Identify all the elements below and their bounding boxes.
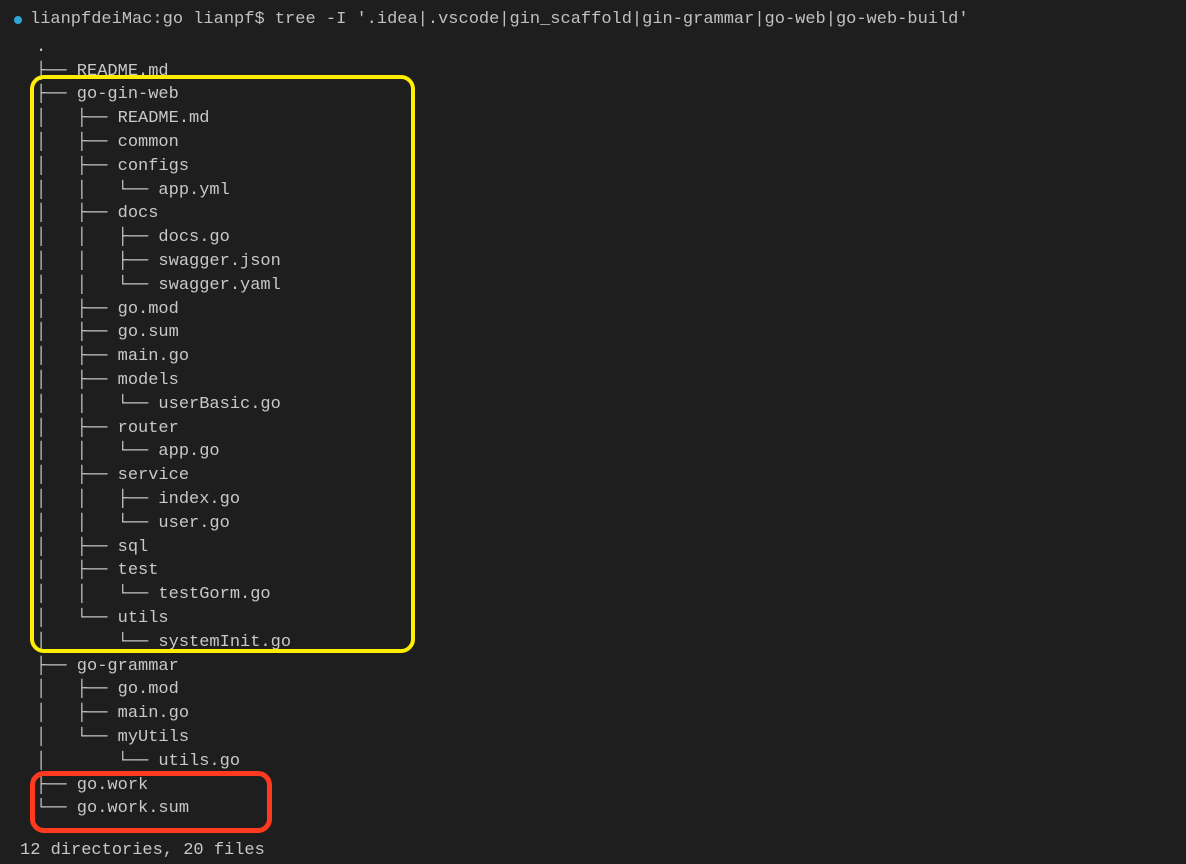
tree-line: │ │ └── swagger.yaml	[36, 274, 1186, 298]
tree-line: │ ├── common	[36, 131, 1186, 155]
tree-line: │ └── myUtils	[36, 726, 1186, 750]
tree-summary: 12 directories, 20 files	[14, 839, 1186, 863]
tree-line: │ │ ├── docs.go	[36, 226, 1186, 250]
tree-line: │ ├── models	[36, 369, 1186, 393]
tree-line: ├── go-gin-web	[36, 83, 1186, 107]
tree-line: │ ├── test	[36, 559, 1186, 583]
tree-line: │ │ └── user.go	[36, 512, 1186, 536]
tree-line: │ │ └── app.yml	[36, 179, 1186, 203]
tree-root-dot: .	[36, 36, 1186, 60]
tree-line: │ ├── configs	[36, 155, 1186, 179]
tree-line: │ └── utils.go	[36, 750, 1186, 774]
tree-line: │ │ ├── index.go	[36, 488, 1186, 512]
tree-line: ├── go.work	[36, 774, 1186, 798]
tree-line: │ │ └── testGorm.go	[36, 583, 1186, 607]
tree-line: │ ├── go.mod	[36, 678, 1186, 702]
tree-line: │ ├── router	[36, 417, 1186, 441]
tree-line: │ ├── go.sum	[36, 321, 1186, 345]
terminal-prompt-line: lianpfdeiMac:go lianpf$ tree -I '.idea|.…	[14, 8, 1186, 32]
tree-line: ├── go-grammar	[36, 655, 1186, 679]
tree-line: │ ├── main.go	[36, 345, 1186, 369]
tree-line: │ └── systemInit.go	[36, 631, 1186, 655]
tree-line: │ ├── service	[36, 464, 1186, 488]
tree-line: │ ├── main.go	[36, 702, 1186, 726]
tree-line: │ │ └── app.go	[36, 440, 1186, 464]
tree-output: . ├── README.md├── go-gin-web│ ├── READM…	[14, 36, 1186, 821]
tree-line: │ │ └── userBasic.go	[36, 393, 1186, 417]
tree-line: │ ├── README.md	[36, 107, 1186, 131]
tree-line: │ ├── docs	[36, 202, 1186, 226]
tree-line: │ └── utils	[36, 607, 1186, 631]
tree-line: │ ├── sql	[36, 536, 1186, 560]
tree-line: ├── README.md	[36, 60, 1186, 84]
tree-line: │ ├── go.mod	[36, 298, 1186, 322]
tree-line: │ │ ├── swagger.json	[36, 250, 1186, 274]
tree-line: └── go.work.sum	[36, 797, 1186, 821]
prompt-bullet-icon	[14, 16, 22, 24]
prompt-text: lianpfdeiMac:go lianpf$ tree -I '.idea|.…	[30, 8, 969, 32]
